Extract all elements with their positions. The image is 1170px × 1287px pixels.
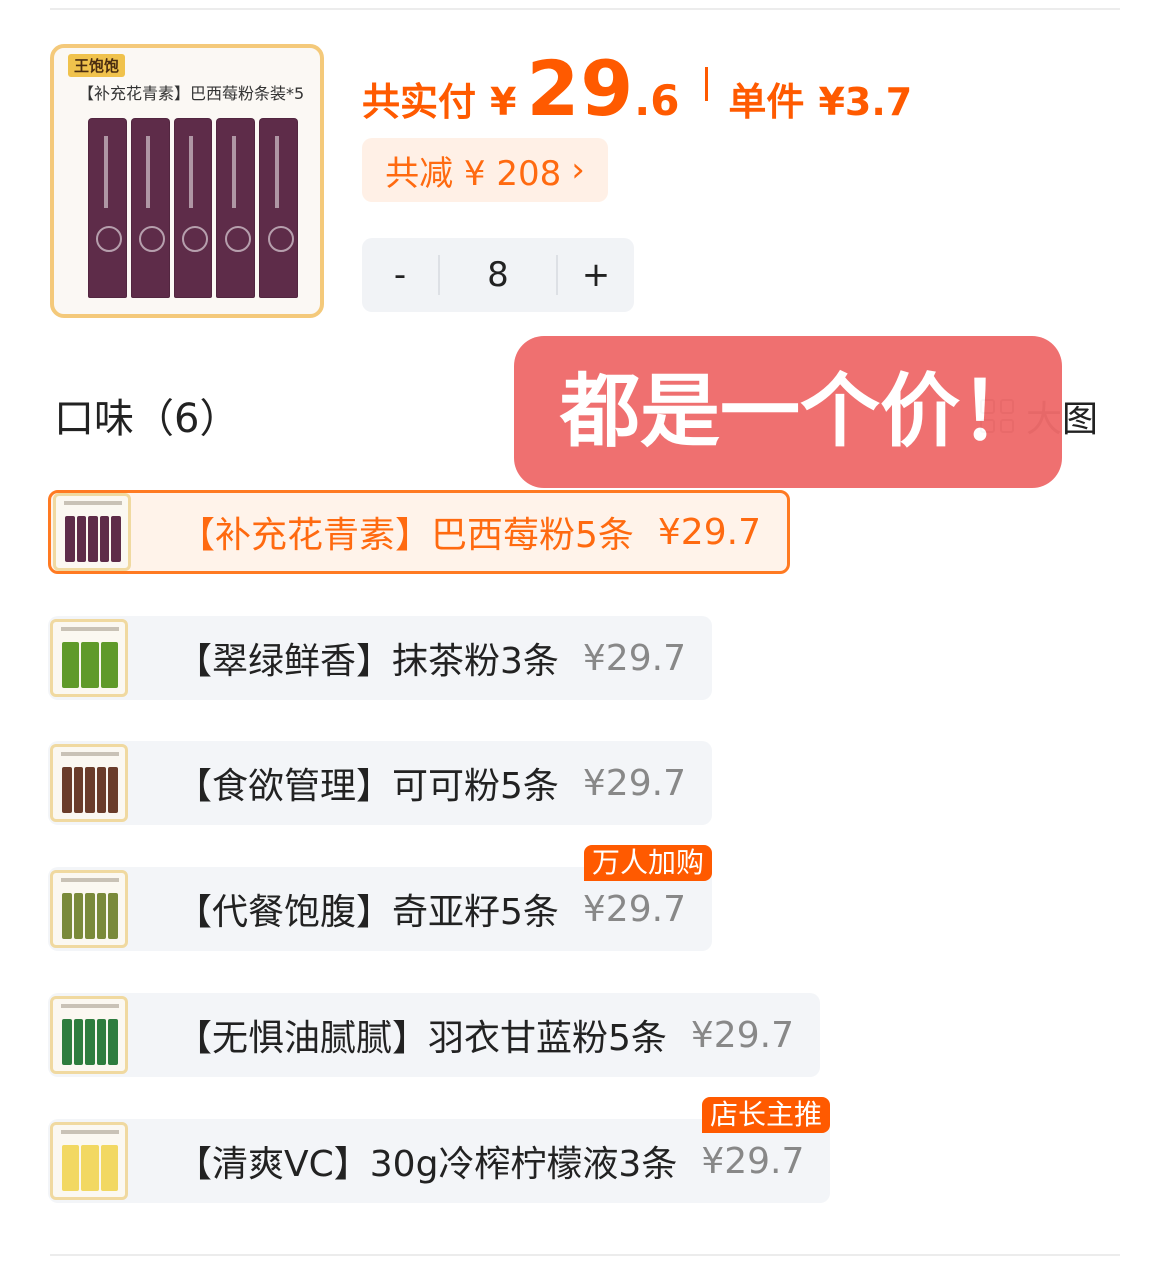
- flavor-option[interactable]: 【食欲管理】可可粉5条 ¥29.7: [48, 741, 712, 825]
- flavor-price: ¥29.7: [690, 1014, 794, 1056]
- discount-text: 共减 ¥ 208: [385, 153, 562, 194]
- flavor-price: ¥29.7: [701, 1140, 805, 1182]
- thumbnail-pack-strip: [62, 893, 72, 939]
- price-separator: [705, 67, 709, 101]
- discount-badge[interactable]: 共减 ¥ 208 ›: [362, 138, 608, 202]
- flavor-thumbnail: [50, 619, 128, 697]
- thumbnail-pack-strip: [62, 642, 80, 688]
- pack-strip: [88, 118, 127, 298]
- total-price-line: 共实付 ¥ 29 .6 单件 ¥3.7: [362, 44, 913, 133]
- quantity-value[interactable]: 8: [440, 255, 556, 295]
- increase-button[interactable]: +: [558, 255, 634, 295]
- thumbnail-packs: [62, 893, 118, 939]
- top-divider: [50, 8, 1120, 10]
- thumbnail-pack-strip: [73, 1019, 84, 1065]
- thumbnail-pack-strip: [76, 516, 87, 562]
- thumbnail-packs: [62, 767, 118, 813]
- price-decimal: .6: [634, 76, 680, 125]
- same-price-banner: 都是一个价！: [514, 336, 1062, 488]
- flavor-option[interactable]: 【翠绿鲜香】抹茶粉3条 ¥29.7: [48, 616, 712, 700]
- thumbnail-packs: [62, 1145, 118, 1191]
- flavor-thumbnail: [50, 1122, 128, 1200]
- flavor-name: 【无惧油腻腻】羽衣甘蓝粉5条: [176, 1018, 667, 1059]
- thumbnail-pack-strip: [65, 516, 75, 562]
- currency-symbol: ¥: [490, 80, 517, 124]
- thumbnail-pack-strip: [62, 767, 72, 813]
- pack-strip: [259, 118, 298, 298]
- flavor-thumbnail: [50, 996, 128, 1074]
- brand-logo: 王饱饱: [68, 54, 126, 77]
- thumbnail-pack-strip: [99, 516, 110, 562]
- flavor-thumbnail: [50, 744, 128, 822]
- flavor-name: 【清爽VC】30g冷榨柠檬液3条: [176, 1144, 678, 1185]
- thumbnail-pack-strip: [96, 893, 107, 939]
- flavor-thumbnail: [53, 493, 131, 571]
- flavor-option[interactable]: 【补充花青素】巴西莓粉5条 ¥29.7: [48, 490, 790, 574]
- thumbnail-pack-strip: [85, 767, 95, 813]
- thumbnail-pack-strip: [73, 893, 84, 939]
- flavor-price: ¥29.7: [582, 888, 686, 930]
- decrease-button[interactable]: -: [362, 255, 438, 295]
- thumbnail-pack-strip: [111, 516, 121, 562]
- flavor-name: 【代餐饱腹】奇亚籽5条: [176, 892, 559, 933]
- promo-tag: 万人加购: [584, 845, 713, 881]
- price-integer: 29: [526, 44, 635, 133]
- product-image-caption: 【补充花青素】巴西莓粉条装*5: [78, 84, 305, 103]
- flavor-name: 【食欲管理】可可粉5条: [176, 766, 559, 807]
- thumbnail-packs: [65, 516, 121, 562]
- thumbnail-pack-strip: [96, 767, 107, 813]
- flavor-section-title: 口味（6）: [54, 396, 240, 442]
- thumbnail-pack-strip: [73, 767, 84, 813]
- thumbnail-pack-strip: [108, 893, 118, 939]
- unit-price-label: 单件: [728, 80, 805, 124]
- quantity-stepper: - 8 +: [362, 238, 634, 312]
- product-packs: [88, 118, 298, 298]
- thumbnail-pack-strip: [100, 642, 118, 688]
- flavor-option[interactable]: 【无惧油腻腻】羽衣甘蓝粉5条 ¥29.7: [48, 993, 820, 1077]
- pack-strip: [130, 118, 170, 298]
- thumbnail-caption-bar: [61, 878, 119, 882]
- thumbnail-packs: [62, 642, 118, 688]
- thumbnail-pack-strip: [88, 516, 98, 562]
- thumbnail-pack-strip: [96, 1019, 107, 1065]
- flavor-price: ¥29.7: [657, 511, 761, 553]
- thumbnail-pack-strip: [108, 767, 118, 813]
- thumbnail-pack-strip: [81, 1145, 99, 1191]
- pack-strip: [173, 118, 213, 298]
- thumbnail-packs: [62, 1019, 118, 1065]
- thumbnail-pack-strip: [85, 893, 95, 939]
- pack-strip: [216, 118, 256, 298]
- thumbnail-caption-bar: [61, 752, 119, 756]
- thumbnail-caption-bar: [61, 627, 119, 631]
- unit-price: ¥3.7: [818, 80, 913, 124]
- product-image[interactable]: 王饱饱 【补充花青素】巴西莓粉条装*5: [50, 44, 324, 318]
- flavor-price: ¥29.7: [582, 637, 686, 679]
- total-paid-label: 共实付: [362, 80, 477, 124]
- flavor-name: 【翠绿鲜香】抹茶粉3条: [176, 641, 559, 682]
- thumbnail-pack-strip: [100, 1145, 118, 1191]
- bottom-divider: [50, 1254, 1120, 1256]
- flavor-name: 【补充花青素】巴西莓粉5条: [179, 515, 634, 556]
- thumbnail-pack-strip: [62, 1145, 80, 1191]
- promo-tag: 店长主推: [702, 1097, 831, 1133]
- thumbnail-pack-strip: [62, 1019, 72, 1065]
- thumbnail-caption-bar: [61, 1130, 119, 1134]
- thumbnail-caption-bar: [61, 1004, 119, 1008]
- thumbnail-pack-strip: [85, 1019, 95, 1065]
- chevron-right-icon: ›: [571, 150, 585, 190]
- thumbnail-caption-bar: [64, 501, 122, 505]
- flavor-price: ¥29.7: [582, 762, 686, 804]
- thumbnail-pack-strip: [108, 1019, 118, 1065]
- flavor-thumbnail: [50, 870, 128, 948]
- thumbnail-pack-strip: [81, 642, 99, 688]
